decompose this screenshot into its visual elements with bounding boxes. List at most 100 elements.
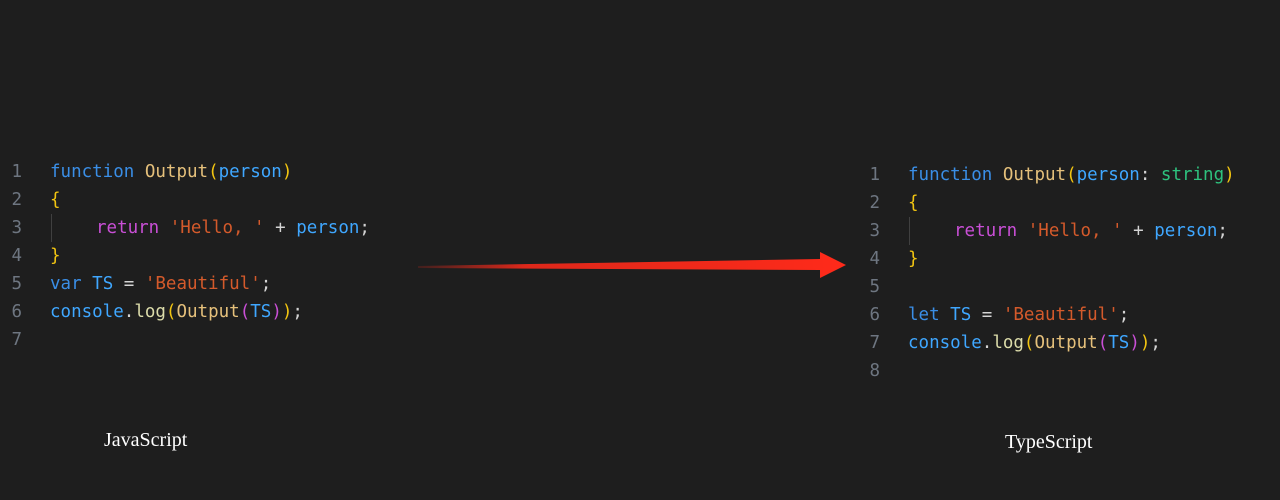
code-line: 4}	[0, 242, 420, 270]
code-token: Output	[176, 302, 240, 322]
code-token: person	[218, 162, 282, 182]
code-token: 'Beautiful'	[144, 274, 261, 294]
code-token: }	[908, 249, 919, 269]
indent-guide	[908, 217, 954, 245]
code-text: return 'Hello, ' + person;	[50, 214, 370, 242]
line-number: 3	[869, 221, 880, 241]
line-number: 1	[11, 162, 22, 182]
code-token: )	[281, 302, 293, 322]
code-text: }	[50, 242, 61, 270]
code-token: ;	[292, 302, 303, 322]
code-token: .	[123, 302, 135, 322]
code-token: (	[1066, 165, 1077, 185]
code-text: {	[908, 189, 919, 217]
typescript-caption: TypeScript	[1005, 431, 1093, 453]
code-line: 2{	[858, 189, 1278, 217]
code-token: )	[1129, 333, 1140, 353]
line-number: 2	[11, 190, 22, 210]
code-token: function	[50, 162, 135, 182]
code-line: 3 return 'Hello, ' + person;	[0, 214, 420, 242]
code-token: Output	[1002, 165, 1067, 185]
line-number: 6	[869, 305, 880, 325]
code-token: ;	[1118, 305, 1130, 325]
code-token: .	[981, 333, 993, 353]
code-token: :	[1139, 165, 1161, 185]
code-text: function Output(person: string)	[908, 161, 1235, 189]
code-token: return	[96, 218, 160, 238]
code-token: (	[1023, 333, 1035, 353]
code-token: {	[908, 193, 919, 213]
code-token: 'Hello, '	[1027, 221, 1123, 241]
code-token: ;	[1150, 333, 1161, 353]
line-number: 5	[869, 277, 880, 297]
code-line: 7	[0, 326, 420, 354]
code-line: 6 console.log(Output(TS));	[0, 298, 420, 326]
code-line: 3 return 'Hello, ' + person;	[858, 217, 1278, 245]
code-line: 6 let TS = 'Beautiful';	[858, 301, 1278, 329]
code-token: ;	[260, 274, 272, 294]
code-token: log	[134, 302, 166, 322]
code-token: log	[992, 333, 1024, 353]
code-token: console	[908, 333, 982, 353]
line-number: 6	[11, 302, 22, 322]
code-token: TS	[1108, 333, 1130, 353]
code-token: (	[239, 302, 251, 322]
code-token: function	[908, 165, 993, 185]
line-number: 3	[11, 218, 22, 238]
code-token: )	[281, 162, 293, 182]
line-number: 8	[869, 361, 880, 381]
indent-guide	[50, 214, 96, 242]
code-line: 1 function Output(person: string)	[858, 161, 1278, 189]
code-token: +	[264, 218, 297, 238]
code-token: +	[1122, 221, 1155, 241]
code-token: (	[1097, 333, 1109, 353]
line-number: 4	[11, 246, 22, 266]
code-token: =	[971, 305, 1003, 325]
code-token: console	[50, 302, 124, 322]
code-token: return	[954, 221, 1018, 241]
code-text: console.log(Output(TS));	[908, 329, 1161, 357]
code-line: 1 function Output(person)	[0, 158, 420, 186]
code-token: person	[1076, 165, 1140, 185]
line-number: 1	[869, 165, 880, 185]
javascript-caption: JavaScript	[104, 429, 188, 451]
code-token: person	[1154, 221, 1218, 241]
code-token: }	[50, 246, 61, 266]
code-token: let	[908, 305, 940, 325]
code-text: return 'Hello, ' + person;	[908, 217, 1228, 245]
code-token: )	[1224, 165, 1235, 185]
code-token: var	[50, 274, 82, 294]
code-token: )	[271, 302, 282, 322]
code-token: 'Beautiful'	[1002, 305, 1119, 325]
code-text: var TS = 'Beautiful';	[50, 270, 271, 298]
code-token: 'Hello, '	[169, 218, 265, 238]
code-token: TS	[950, 305, 972, 325]
code-token: (	[165, 302, 177, 322]
line-number: 7	[869, 333, 880, 353]
code-token: Output	[1034, 333, 1098, 353]
code-line: 2{	[0, 186, 420, 214]
code-line: 7 console.log(Output(TS));	[858, 329, 1278, 357]
line-number: 4	[869, 249, 880, 269]
code-token: {	[50, 190, 61, 210]
arrow-right-icon	[418, 252, 846, 278]
code-text: let TS = 'Beautiful';	[908, 301, 1129, 329]
line-number: 2	[869, 193, 880, 213]
code-line: 8	[858, 357, 1278, 385]
line-number: 7	[11, 330, 22, 350]
code-token: person	[296, 218, 360, 238]
code-line: 5 var TS = 'Beautiful';	[0, 270, 420, 298]
code-token: )	[1139, 333, 1151, 353]
typescript-code-panel: 1 function Output(person: string) 2{3 retur…	[858, 161, 1278, 385]
javascript-code-panel: 1 function Output(person) 2{3 return 'Hello…	[0, 158, 420, 354]
code-token: ;	[359, 218, 370, 238]
code-token: Output	[144, 162, 209, 182]
code-line: 4}	[858, 245, 1278, 273]
code-token: string	[1160, 165, 1225, 185]
